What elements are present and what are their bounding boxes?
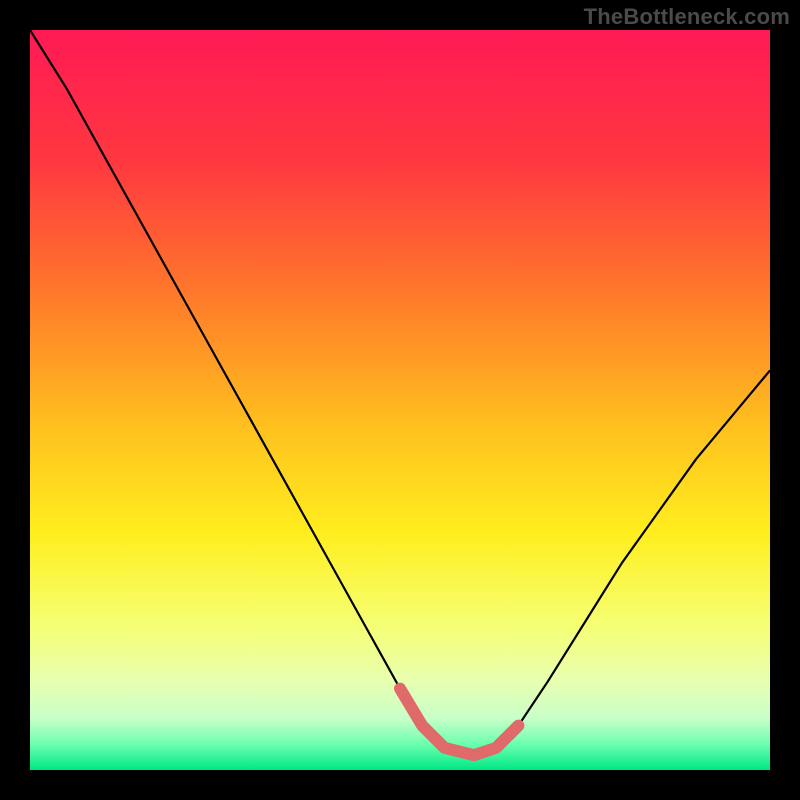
plot-area: [30, 30, 770, 770]
bottleneck-chart: [30, 30, 770, 770]
chart-frame: TheBottleneck.com: [0, 0, 800, 800]
attribution-text: TheBottleneck.com: [584, 4, 790, 30]
gradient-background: [30, 30, 770, 770]
